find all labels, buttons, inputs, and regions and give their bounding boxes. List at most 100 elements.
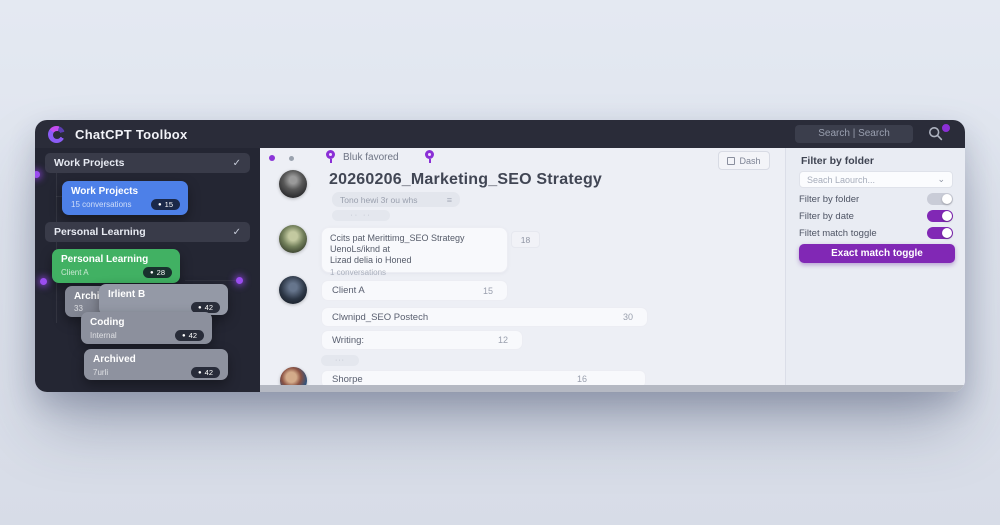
folder-card-client-b[interactable]: Irlient B ●42 — [99, 284, 228, 315]
folder-card-work-projects[interactable]: Work Projects 15 conversations ●15 — [62, 181, 188, 215]
sidebar-section-work-projects[interactable]: Work Projects ✓ — [45, 153, 250, 173]
app-header: ChatCPT Toolbox Search | Search — [35, 120, 965, 148]
pin-icon — [425, 150, 434, 159]
folder-count: 15 — [165, 200, 173, 209]
folder-card-title: Coding — [90, 317, 204, 328]
filter-date-toggle[interactable] — [927, 210, 953, 222]
eye-icon: ● — [158, 202, 162, 208]
conversation-title: Client A — [332, 285, 365, 296]
notification-dot — [941, 123, 951, 133]
connector-glow-dot — [236, 277, 243, 284]
desktop-background: ChatCPT Toolbox Search | Search Work Pro… — [0, 0, 1000, 525]
tag-chip[interactable]: Tono hewi 3r ou whs ≡ — [332, 192, 460, 207]
connector-glow-dot — [40, 278, 47, 285]
sidebar: Work Projects ✓ Work Projects 15 convers… — [35, 148, 260, 392]
eye-icon: ● — [182, 333, 186, 339]
conversation-count: 15 — [483, 286, 493, 296]
dropdown-placeholder: Seach Laourch... — [807, 175, 875, 185]
folder-count: 28 — [157, 268, 165, 277]
conversation-title: Shorpe — [332, 374, 363, 385]
avatar — [279, 225, 307, 253]
folder-count-badge: ●15 — [151, 199, 180, 210]
check-icon: ✓ — [233, 227, 241, 238]
filter-match-toggle[interactable] — [927, 227, 953, 239]
folder-count: 42 — [205, 303, 213, 312]
app-logo-icon — [48, 126, 65, 143]
filter-row-folder: Filter by folder — [799, 192, 953, 206]
folder-count: 42 — [189, 331, 197, 340]
filter-folder-toggle[interactable] — [927, 193, 953, 205]
conversation-count: 30 — [623, 312, 633, 322]
dash-button[interactable]: Dash — [718, 151, 770, 170]
filter-label: Filter by date — [799, 211, 854, 222]
app-logo-hole — [53, 131, 61, 139]
dash-button-label: Dash — [739, 156, 760, 166]
folder-card-title: Personal Learning — [61, 254, 172, 265]
folder-card-subtitle: 7urli — [93, 368, 108, 377]
folder-count: 42 — [205, 368, 213, 377]
folder-card-archived[interactable]: Archived 7urli ●42 — [84, 349, 228, 380]
folder-card-title: Archived — [93, 354, 220, 365]
eye-icon: ● — [198, 305, 202, 311]
folder-card-subtitle: 15 conversations — [71, 200, 131, 209]
app-title: ChatCPT Toolbox — [75, 127, 188, 142]
filter-label: Filtet match toggle — [799, 228, 877, 239]
page-title: 20260206_Marketing_SEO Strategy — [329, 171, 602, 189]
eye-icon: ● — [150, 270, 154, 276]
toggle-knob — [942, 211, 952, 221]
folder-count-badge: ●42 — [175, 330, 204, 341]
search-input[interactable]: Search | Search — [795, 125, 913, 143]
conversation-line: Ccits pat Merittimg_SEO Strategy — [330, 233, 499, 244]
dash-icon — [727, 157, 735, 165]
folder-count-badge: ●28 — [143, 267, 172, 278]
eye-icon: ● — [198, 370, 202, 376]
filter-panel: Filter by folder Seach Laourch... ⌄ Filt… — [785, 148, 965, 385]
chevron-down-icon: ⌄ — [937, 174, 945, 185]
main-content: Bluk favored Dash 20260206_Marketing_SEO… — [260, 148, 785, 385]
folder-card-subtitle: Internal — [90, 331, 117, 340]
folder-card-personal-learning[interactable]: Personal Learning Client A ●28 — [52, 249, 180, 283]
conversation-line: UenoLs/iknd at — [330, 244, 499, 255]
tag-chip-label: Tono hewi 3r ou whs — [340, 195, 418, 205]
toggle-knob — [942, 228, 952, 238]
toggle-knob — [942, 194, 952, 204]
mini-chip: ··· — [321, 355, 359, 366]
folder-count-badge: ●42 — [191, 367, 220, 378]
menu-icon: ≡ — [447, 195, 452, 205]
folder-card-title: Irlient B — [108, 289, 220, 300]
folder-card-subtitle: Client A — [61, 268, 89, 277]
connector-glow-dot — [35, 171, 40, 178]
conversation-count: 16 — [577, 374, 587, 384]
conversation-row[interactable]: Clwnipd_SEO Postech 30 — [321, 307, 648, 327]
conversation-title: Clwnipd_SEO Postech — [332, 312, 428, 323]
conversation-line: Lizad delia io Honed — [330, 255, 499, 266]
horizontal-scrollbar[interactable] — [260, 385, 965, 392]
pin-icon — [326, 150, 335, 159]
conversation-row[interactable]: Writing: 12 — [321, 330, 523, 350]
folder-card-title: Work Projects — [71, 186, 180, 197]
conversation-card[interactable]: Ccits pat Merittimg_SEO Strategy UenoLs/… — [321, 227, 508, 273]
sidebar-section-personal-learning[interactable]: Personal Learning ✓ — [45, 222, 250, 242]
filter-row-match: Filtet match toggle — [799, 226, 953, 240]
status-dot-gray — [289, 156, 294, 161]
conversation-count: 12 — [498, 335, 508, 345]
section-label: Work Projects — [54, 157, 124, 169]
folder-card-coding[interactable]: Coding Internal ●42 — [81, 312, 212, 344]
filter-label: Filter by folder — [799, 194, 859, 205]
check-icon: ✓ — [233, 158, 241, 169]
tree-connector-line — [185, 280, 237, 281]
folder-card-subtitle: 33 — [74, 304, 83, 313]
section-label: Personal Learning — [54, 226, 146, 238]
conversation-count-badge: 18 — [511, 231, 540, 248]
filter-row-date: Filter by date — [799, 209, 953, 223]
app-window: ChatCPT Toolbox Search | Search Work Pro… — [35, 120, 965, 392]
mini-chip: ·· ·· — [332, 210, 390, 221]
folder-filter-dropdown[interactable]: Seach Laourch... ⌄ — [799, 171, 953, 188]
exact-match-button[interactable]: Exact match toggle — [799, 244, 955, 263]
favored-label: Bluk favored — [343, 152, 399, 163]
conversation-row[interactable]: Client A 15 — [321, 280, 508, 301]
mini-chip-marks: ·· ·· — [350, 212, 371, 219]
mini-chip-marks: ··· — [335, 357, 345, 364]
status-dot-purple — [269, 155, 275, 161]
avatar — [279, 170, 307, 198]
